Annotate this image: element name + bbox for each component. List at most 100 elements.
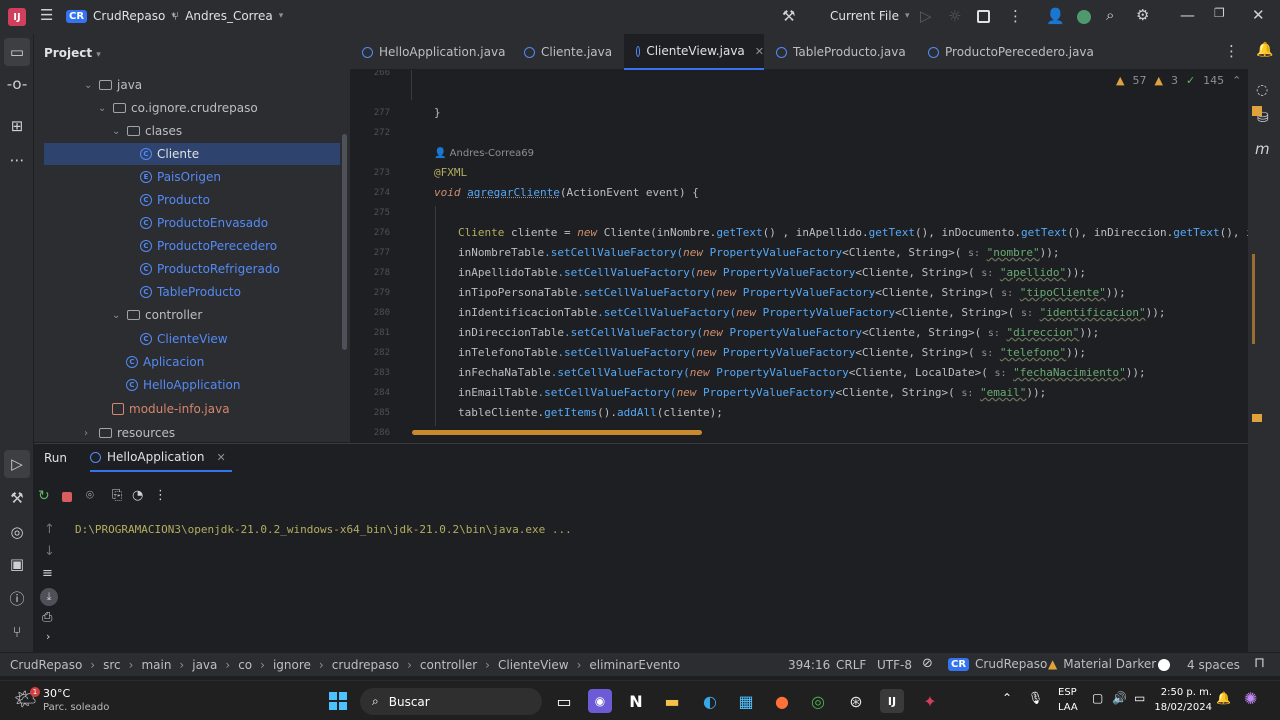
- recorder-icon[interactable]: ⊛: [844, 689, 868, 713]
- breadcrumb-item[interactable]: java: [192, 658, 217, 672]
- tab-clienteview[interactable]: ClienteView.java ✕: [624, 34, 764, 70]
- project-status[interactable]: CR CrudRepaso: [948, 657, 1047, 671]
- tree-item-controller[interactable]: ⌄ controller: [112, 304, 202, 326]
- microphone-icon[interactable]: 🎙: [1028, 691, 1043, 705]
- ai-chat-icon[interactable]: ◌: [1256, 82, 1268, 98]
- tree-item-java[interactable]: ⌄ java: [84, 74, 142, 96]
- run-tab-helloapplication[interactable]: HelloApplication ✕: [90, 444, 232, 472]
- more-tools-icon[interactable]: ⋯: [0, 146, 34, 174]
- tabs-more-icon[interactable]: ⋮: [1224, 42, 1239, 60]
- minimize-window-icon[interactable]: —: [1180, 6, 1195, 24]
- run-config-selector[interactable]: Current File ▾: [830, 9, 910, 23]
- battery-icon[interactable]: ▭: [1134, 691, 1145, 705]
- scroll-down-icon[interactable]: ↓: [44, 544, 55, 559]
- teams-icon[interactable]: ◉: [588, 689, 612, 713]
- indent-setting[interactable]: 4 spaces: [1187, 658, 1240, 672]
- rerun-icon[interactable]: ↻: [38, 488, 50, 504]
- firefox-icon[interactable]: ●: [770, 689, 794, 713]
- run-icon[interactable]: ▷: [920, 7, 932, 25]
- debug-icon[interactable]: ☼: [948, 7, 961, 25]
- tree-item-helloapplication[interactable]: C HelloApplication: [126, 374, 240, 396]
- author-hint[interactable]: 👤 Andres-Correa69: [434, 148, 534, 159]
- keyboard-lang[interactable]: ESP: [1058, 687, 1077, 698]
- tree-item-package[interactable]: ⌄ co.ignore.crudrepaso: [98, 97, 258, 119]
- editor-horizontal-scrollbar[interactable]: [412, 430, 702, 435]
- notifications-icon[interactable]: 🔔: [1256, 42, 1273, 58]
- edge-icon[interactable]: ◐: [698, 689, 722, 713]
- tab-cliente[interactable]: Cliente.java: [524, 34, 624, 70]
- tray-chevron-icon[interactable]: ⌃: [1002, 691, 1012, 705]
- code-editor[interactable]: ▲57 ▲3 ✓145 ⌃⌄ 266 277 272 273 274 275 2…: [350, 70, 1248, 442]
- volume-icon[interactable]: 🔊: [1112, 691, 1127, 705]
- tree-item-clienteview[interactable]: C ClienteView: [140, 328, 228, 350]
- file-explorer-icon[interactable]: ▬: [660, 689, 684, 713]
- export-icon[interactable]: ⎘: [112, 488, 122, 503]
- notification-bell-icon[interactable]: 🔔: [1216, 691, 1231, 705]
- search-icon[interactable]: ⌕: [1106, 6, 1114, 24]
- restore-window-icon[interactable]: ❐: [1214, 6, 1225, 20]
- scroll-up-icon[interactable]: ↑: [44, 522, 55, 537]
- tree-item-producto[interactable]: C Producto: [140, 189, 210, 211]
- close-window-icon[interactable]: ✕: [1252, 6, 1265, 24]
- line-separator[interactable]: CRLF: [836, 658, 866, 672]
- profiler-icon[interactable]: ◔: [132, 488, 143, 503]
- project-scrollbar[interactable]: [342, 134, 347, 350]
- git-tool-icon[interactable]: ⑂: [0, 618, 34, 646]
- tab-productoperecedero[interactable]: ProductoPerecedero.java: [928, 34, 1098, 70]
- settings-gear-icon[interactable]: ⚙: [1136, 6, 1149, 24]
- caret-position[interactable]: 394:16: [788, 658, 830, 672]
- main-menu-icon[interactable]: ☰: [40, 6, 53, 24]
- readonly-toggle-icon[interactable]: ⊘: [922, 656, 933, 671]
- clock-time[interactable]: 2:50 p. m.: [1160, 687, 1212, 698]
- tree-item-resources[interactable]: › resources: [84, 422, 175, 442]
- taskbar-search-box[interactable]: ⌕ Buscar: [360, 688, 542, 715]
- chrome-icon[interactable]: ◎: [806, 689, 830, 713]
- stop-icon[interactable]: [62, 492, 72, 502]
- breadcrumb-item[interactable]: CrudRepaso: [10, 658, 82, 672]
- copilot-icon[interactable]: ✺: [1244, 689, 1257, 708]
- breadcrumb-item[interactable]: main: [141, 658, 171, 672]
- close-tab-icon[interactable]: ✕: [755, 45, 764, 58]
- project-tool-icon[interactable]: ▭: [4, 38, 30, 66]
- more-options-icon[interactable]: ⋮: [154, 488, 167, 503]
- commit-tool-icon[interactable]: -o-: [0, 70, 34, 98]
- maven-icon[interactable]: m: [1255, 140, 1270, 158]
- tree-item-aplicacion[interactable]: C Aplicacion: [126, 351, 204, 373]
- project-panel-header[interactable]: Project ▾: [44, 46, 101, 60]
- breadcrumb-item[interactable]: src: [103, 658, 121, 672]
- stop-icon[interactable]: [977, 10, 990, 23]
- tree-item-productorefrigerado[interactable]: C ProductoRefrigerado: [140, 258, 280, 280]
- run-tool-icon[interactable]: ▷: [4, 450, 30, 478]
- tab-tableproducto[interactable]: TableProducto.java: [776, 34, 916, 70]
- breadcrumb-item[interactable]: crudrepaso: [332, 658, 399, 672]
- tab-helloapplication[interactable]: HelloApplication.java: [362, 34, 512, 70]
- weather-temp[interactable]: 30°C: [43, 687, 70, 700]
- tree-item-tableproducto[interactable]: C TableProducto: [140, 281, 241, 303]
- breadcrumb-item[interactable]: controller: [420, 658, 477, 672]
- intellij-taskbar-icon[interactable]: IJ: [880, 689, 904, 713]
- chevron-up-icon[interactable]: ⌃: [1232, 74, 1241, 87]
- breadcrumb-item[interactable]: ignore: [273, 658, 311, 672]
- add-user-icon[interactable]: 👤: [1046, 7, 1065, 25]
- scroll-to-end-icon[interactable]: ⤓: [40, 588, 58, 606]
- lock-icon[interactable]: ⊓: [1254, 655, 1265, 671]
- notion-icon[interactable]: N: [624, 689, 648, 713]
- theme-switcher[interactable]: ▲ Material Darker: [1048, 657, 1156, 671]
- build-hammer-icon[interactable]: ⚒: [782, 7, 795, 25]
- tree-item-productoenvasado[interactable]: C ProductoEnvasado: [140, 212, 268, 234]
- windows-start-icon[interactable]: [326, 689, 350, 713]
- tree-item-paisorigen[interactable]: E PaisOrigen: [140, 166, 221, 188]
- more-actions-icon[interactable]: ⋮: [1008, 7, 1023, 25]
- tree-item-productoperecedero[interactable]: C ProductoPerecedero: [140, 235, 277, 257]
- intellij-logo-icon[interactable]: IJ: [8, 8, 26, 26]
- project-switcher[interactable]: CR CrudRepaso ▾: [66, 9, 176, 23]
- tree-item-cliente[interactable]: C Cliente: [44, 143, 340, 165]
- network-icon[interactable]: ▢: [1092, 691, 1103, 705]
- file-encoding[interactable]: UTF-8: [877, 658, 912, 672]
- ai-assistant-icon[interactable]: [1077, 10, 1091, 24]
- structure-tool-icon[interactable]: ⊞: [0, 112, 34, 140]
- terminal-tool-icon[interactable]: ▣: [0, 550, 34, 578]
- store-icon[interactable]: ▦: [734, 689, 758, 713]
- chevron-right-icon[interactable]: ›: [46, 630, 50, 643]
- breadcrumb-item[interactable]: eliminarEvento: [589, 658, 680, 672]
